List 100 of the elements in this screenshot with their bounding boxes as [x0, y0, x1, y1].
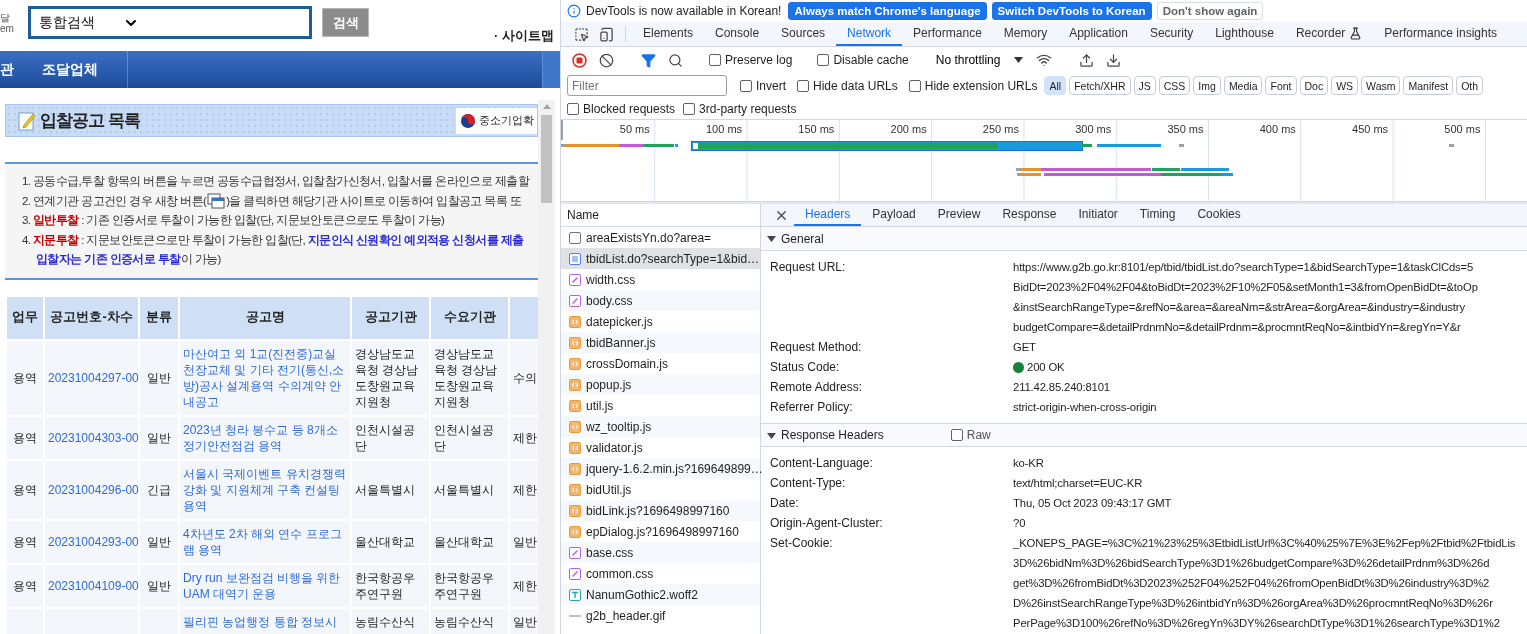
request-row[interactable]: body.css: [561, 290, 760, 311]
panel-tab[interactable]: Recorder: [1284, 22, 1374, 46]
header-name: Referrer Policy:: [769, 399, 854, 416]
detail-tab[interactable]: Cookies: [1186, 204, 1252, 226]
section-header[interactable]: General: [761, 227, 1527, 251]
panel-tab[interactable]: Console: [704, 22, 771, 46]
time-tick-label: 100 ms: [704, 122, 744, 137]
header-value: ko-KR: [1013, 456, 1044, 471]
section-header[interactable]: Response Headers Raw: [761, 423, 1527, 447]
type-filter-button[interactable]: WS: [1331, 76, 1359, 95]
stylesheet-icon: [569, 273, 581, 286]
agency-cell-text: 인천시설공단: [355, 421, 416, 454]
scrollbar[interactable]: [538, 100, 555, 634]
detail-tab[interactable]: Preview: [926, 204, 992, 226]
info-bar-button[interactable]: Always match Chrome's language: [788, 1, 987, 20]
request-row[interactable]: NanumGothic2.woff2: [561, 584, 760, 605]
type-filter-button[interactable]: All: [1044, 76, 1067, 95]
raw-checkbox-option[interactable]: Raw: [950, 428, 991, 442]
table-cell: 수의: [513, 370, 537, 385]
type-filter-button[interactable]: Fetch/XHR: [1069, 76, 1131, 95]
time-tick-label: 400 ms: [1258, 122, 1297, 137]
panel-tab[interactable]: Lighthouse: [1204, 22, 1285, 46]
notice-number-link[interactable]: 20231004297-00: [48, 370, 139, 385]
demand-agency-cell-text: 경상남도교육청 경상남도창원교육지원청: [434, 345, 499, 410]
info-bar-button[interactable]: Don't show again: [1156, 1, 1264, 20]
panel-tab[interactable]: Performance insights: [1373, 22, 1509, 46]
task-cell: 용역: [13, 430, 37, 445]
header-name: Remote Address:: [769, 379, 864, 396]
search-scope-select[interactable]: 통합검색: [28, 6, 312, 39]
request-row[interactable]: popup.js: [561, 374, 760, 395]
panel-tab[interactable]: Performance: [902, 22, 993, 46]
type-filter-button[interactable]: JS: [1133, 76, 1156, 95]
filter-checkbox-option[interactable]: Invert: [736, 78, 790, 93]
type-filter-button[interactable]: Img: [1193, 76, 1221, 95]
request-row[interactable]: jquery-1.6.2.min.js?169649899…: [561, 458, 760, 479]
checkbox[interactable]: [683, 102, 696, 115]
request-row[interactable]: tbidList.do?searchType=1&bid…: [561, 248, 760, 269]
header-name: Set-Cookie:: [769, 535, 834, 552]
triangle-icon[interactable]: [767, 234, 776, 243]
filter-field[interactable]: Filter: [567, 75, 727, 96]
time-tick-label: 150 ms: [797, 122, 836, 137]
time-tick-label: 50 ms: [618, 122, 651, 137]
panel-tab[interactable]: Network: [836, 22, 903, 46]
detail-tab[interactable]: Payload: [861, 204, 927, 226]
info-bar-button[interactable]: Switch DevTools to Korean: [991, 1, 1152, 20]
toolbar-checkbox-option[interactable]: Preserve log: [705, 53, 797, 67]
request-row[interactable]: tbidBanner.js: [561, 332, 760, 353]
checkbox[interactable]: [567, 102, 579, 115]
script-icon: [569, 462, 581, 475]
request-filter-option[interactable]: 3rd-party requests: [679, 101, 801, 116]
type-filter-button[interactable]: Media: [1223, 76, 1263, 95]
panel-tab[interactable]: Sources: [770, 22, 837, 46]
notepad-icon: [18, 110, 36, 131]
new-window-icon: [206, 193, 227, 210]
type-filter-button[interactable]: Oth: [1456, 76, 1484, 95]
column-header: 공고번호-차수: [44, 295, 139, 340]
checkbox[interactable]: [950, 429, 963, 441]
nav-item[interactable]: 조달업체: [42, 51, 128, 88]
type-filter-button[interactable]: Wasm: [1361, 76, 1401, 95]
time-tick-label: 250 ms: [981, 122, 1020, 137]
request-row[interactable]: base.css: [561, 542, 760, 563]
agency-cell-text: 경상남도교육청 경상남도창원교육지원청: [355, 345, 420, 410]
request-filter-option[interactable]: Blocked requests: [563, 101, 680, 116]
nav-item[interactable]: 관: [0, 51, 42, 88]
header-name: Content-Language:: [769, 455, 874, 472]
panel-tab[interactable]: Memory: [992, 22, 1059, 46]
header-value: 211.42.85.240:8101: [1013, 380, 1110, 395]
detail-tab[interactable]: Initiator: [1067, 204, 1129, 226]
panel-tab[interactable]: Elements: [632, 22, 705, 46]
filter-checkbox-option[interactable]: Hide extension URLs: [904, 78, 1042, 93]
type-filter-button[interactable]: Doc: [1299, 76, 1329, 95]
table-cell: 일반: [513, 534, 537, 549]
demand-agency-cell-text: 한국항공우주연구원: [434, 569, 495, 602]
checkbox[interactable]: [709, 54, 721, 66]
table-cell: 제한: [513, 430, 537, 445]
header-value: 200 OK: [1027, 360, 1065, 375]
request-row[interactable]: wz_tooltip.js: [561, 416, 760, 437]
header-name: Origin-Agent-Cluster:: [769, 515, 884, 532]
agency-cell-text: 농림수산식: [355, 613, 416, 630]
type-filter-button[interactable]: Font: [1265, 76, 1297, 95]
toolbar-checkbox-option[interactable]: Disable cache: [813, 53, 913, 67]
request-row[interactable]: bidLink.js?1696498997160: [561, 500, 760, 521]
throttling-dropdown[interactable]: No throttling: [929, 53, 1030, 67]
detail-tab[interactable]: Response: [991, 204, 1068, 226]
detail-tab[interactable]: Timing: [1128, 204, 1187, 226]
filter-checkbox-option[interactable]: Hide data URLs: [793, 78, 902, 93]
panel-tab[interactable]: Security: [1138, 22, 1205, 46]
script-icon: [569, 504, 581, 517]
notice-text: 입찰자는 기존 인증서로 투찰이 가능): [35, 252, 222, 267]
time-tick-label: 450 ms: [1351, 122, 1390, 137]
type-filter-button[interactable]: Manifest: [1403, 76, 1454, 95]
type-filter-button[interactable]: CSS: [1158, 76, 1191, 95]
scrollbar-thumb[interactable]: [541, 115, 552, 203]
checkbox[interactable]: [797, 79, 809, 92]
checkbox[interactable]: [817, 54, 830, 66]
checkbox[interactable]: [908, 79, 921, 92]
panel-tab[interactable]: Application: [1058, 22, 1139, 46]
sitemap-link[interactable]: · 사이트맵: [494, 27, 554, 45]
checkbox[interactable]: [740, 79, 752, 92]
triangle-icon[interactable]: [767, 430, 776, 440]
